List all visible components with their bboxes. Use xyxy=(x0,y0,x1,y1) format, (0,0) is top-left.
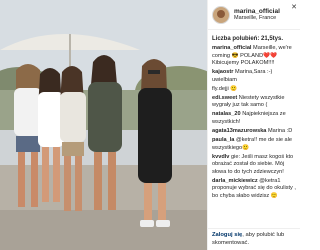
comment-item: kvvdlv gie: Jeśli masz kogoś kto obrażać… xyxy=(212,154,296,177)
post-header: marina_official Marseille, France ✕ xyxy=(208,0,300,30)
comment-item: fly.dejji 🙂 xyxy=(212,86,296,94)
comment-username[interactable]: kajaostr xyxy=(212,69,233,75)
comment-username[interactable]: darla_mickiewicz xyxy=(212,178,258,184)
post-photo xyxy=(0,0,207,250)
comments-list: marina_official Marseille, we're coming … xyxy=(208,45,300,200)
comment-username[interactable]: marina_official xyxy=(212,45,251,51)
login-prompt: Zaloguj się, aby polubić lub skomentować… xyxy=(208,228,300,250)
comment-item: darla_mickiewicz @ketra1 proponuje wybra… xyxy=(212,178,296,201)
username-link[interactable]: marina_official xyxy=(234,8,280,15)
close-icon[interactable]: ✕ xyxy=(291,3,297,11)
likes-count[interactable]: Liczba polubień: 21,5tys. xyxy=(208,30,300,45)
comment-item: kajaostr Marina,Sara :-) uwielbiam xyxy=(212,69,296,84)
comment-item: marina_official Marseille, we're coming … xyxy=(212,45,296,68)
comment-username[interactable]: natalas_20 xyxy=(212,111,241,117)
comment-username[interactable]: edi.sweet xyxy=(212,95,237,101)
comment-item: agata13mazurowska Marina :D xyxy=(212,128,296,136)
comment-username[interactable]: kvvdlv xyxy=(212,154,229,160)
comment-item: natalas_20 Najpiekniejsza ze wszystkich! xyxy=(212,111,296,126)
comment-text: Marina :D xyxy=(267,127,293,134)
login-link[interactable]: Zaloguj się xyxy=(212,232,242,238)
comment-item: edi.sweet Niestety wszystkie wygrały juz… xyxy=(212,95,296,110)
comment-username[interactable]: agata13mazurowska xyxy=(212,128,266,134)
location-link[interactable]: Marseille, France xyxy=(234,15,280,21)
avatar[interactable] xyxy=(212,5,230,24)
comment-text: fly.dejji 🙂 xyxy=(212,85,238,92)
post-side-panel: marina_official Marseille, France ✕ Licz… xyxy=(207,0,300,250)
comment-username[interactable]: paula_la xyxy=(212,137,234,143)
comment-item: paula_la @ketra!! me de sie ale wszystki… xyxy=(212,137,296,152)
